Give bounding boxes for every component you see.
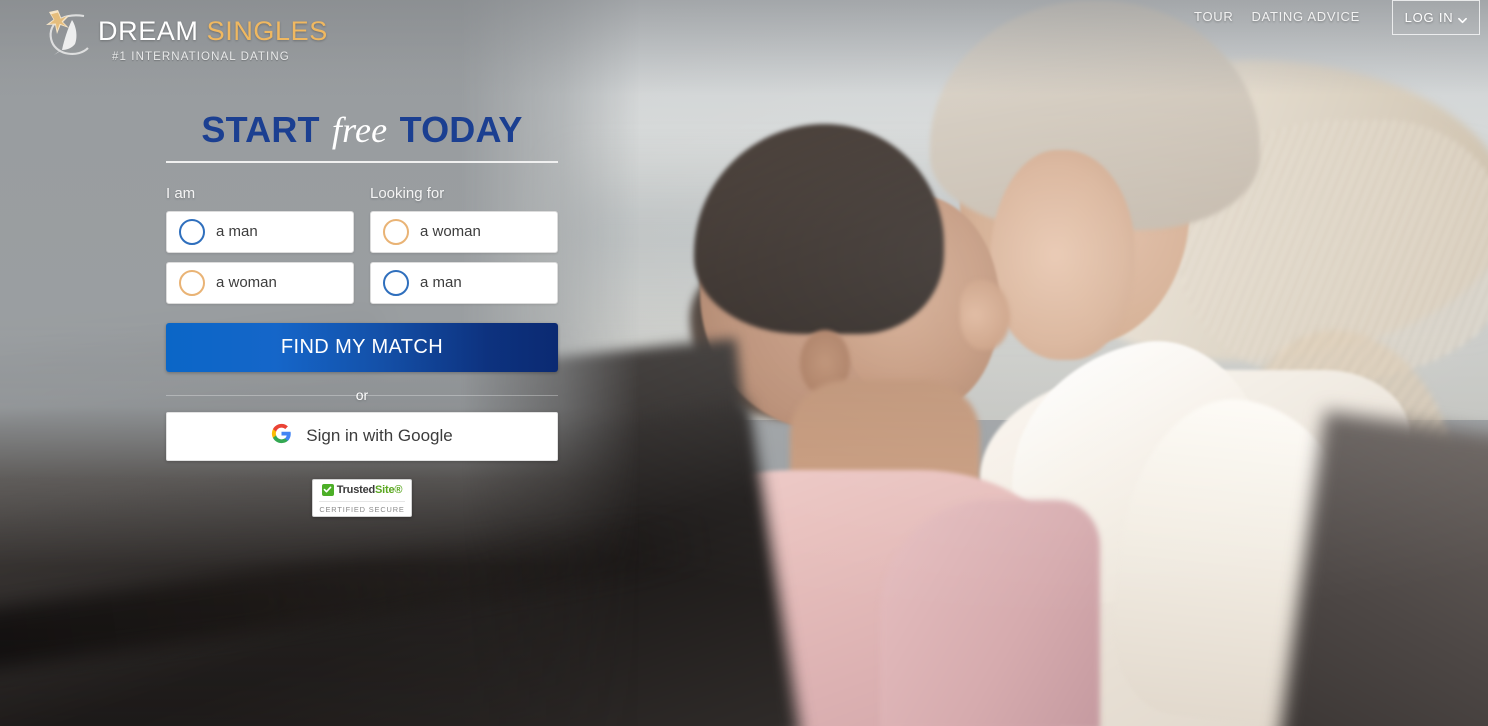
google-g-icon [271,423,292,449]
divider-or-label: or [355,386,369,403]
sign-in-with-google-button[interactable]: Sign in with Google [166,411,558,461]
chevron-down-icon [1458,13,1468,24]
looking-for-column: Looking for a woman a man [370,185,558,313]
find-my-match-button[interactable]: FIND MY MATCH [166,322,558,372]
looking-for-option-man[interactable]: a man [370,261,558,304]
trustedsite-word-site: Site [375,483,395,496]
login-button-label: LOG IN [1404,10,1454,25]
trustedsite-wordmark: TrustedSite® [337,484,403,496]
radio-icon[interactable] [383,269,409,296]
logo-tagline: #1 INTERNATIONAL DATING [112,51,290,63]
google-button-label: Sign in with Google [306,426,453,446]
looking-for-option-woman-label: a woman [420,223,481,241]
gender-selection-row: I am a man a woman Looking for a woman a… [166,185,558,313]
radio-icon[interactable] [179,269,205,296]
primary-nav: TOUR DATING ADVICE [1194,9,1360,24]
landing-page: DREAM SINGLES #1 INTERNATIONAL DATING TO… [0,0,1488,726]
trustedsite-subtitle: CERTIFIED SECURE [319,500,405,514]
i-am-option-woman-label: a woman [216,274,277,292]
woman-face [990,150,1135,360]
site-logo[interactable]: DREAM SINGLES #1 INTERNATIONAL DATING [24,4,327,69]
trustedsite-word-trusted: Trusted [336,483,376,496]
i-am-option-man[interactable]: a man [166,210,354,253]
headline-today: TODAY [399,109,523,150]
i-am-label: I am [166,184,196,202]
trustedsite-registered-mark: ® [394,483,403,496]
headline-start: START [201,109,320,150]
logo-wordmark: DREAM SINGLES [98,16,328,47]
divider-or: or [166,378,558,412]
site-header: DREAM SINGLES #1 INTERNATIONAL DATING TO… [0,0,1488,70]
radio-icon[interactable] [179,218,205,245]
logo-word-dream: DREAM [98,16,199,46]
checkmark-icon [321,483,334,496]
looking-for-option-woman[interactable]: a woman [370,210,558,253]
login-button[interactable]: LOG IN [1392,0,1480,35]
i-am-option-man-label: a man [216,223,258,241]
headline-free: free [331,110,388,150]
i-am-column: I am a man a woman [166,185,354,313]
trustedsite-badge-title: TrustedSite® [321,482,403,498]
i-am-option-woman[interactable]: a woman [166,261,354,304]
signup-form: START free TODAY I am a man a woman Look… [166,110,558,517]
man-shoulder [880,500,1100,726]
looking-for-option-man-label: a man [420,274,462,292]
logo-word-singles: SINGLES [198,16,328,46]
radio-icon[interactable] [383,218,409,245]
star-swoosh-icon [42,6,98,69]
trustedsite-badge[interactable]: TrustedSite® CERTIFIED SECURE [312,478,412,517]
looking-for-label: Looking for [370,184,445,202]
nav-item-dating-advice[interactable]: DATING ADVICE [1251,9,1360,24]
page-title: START free TODAY [166,110,558,163]
nav-item-tour[interactable]: TOUR [1194,9,1233,24]
